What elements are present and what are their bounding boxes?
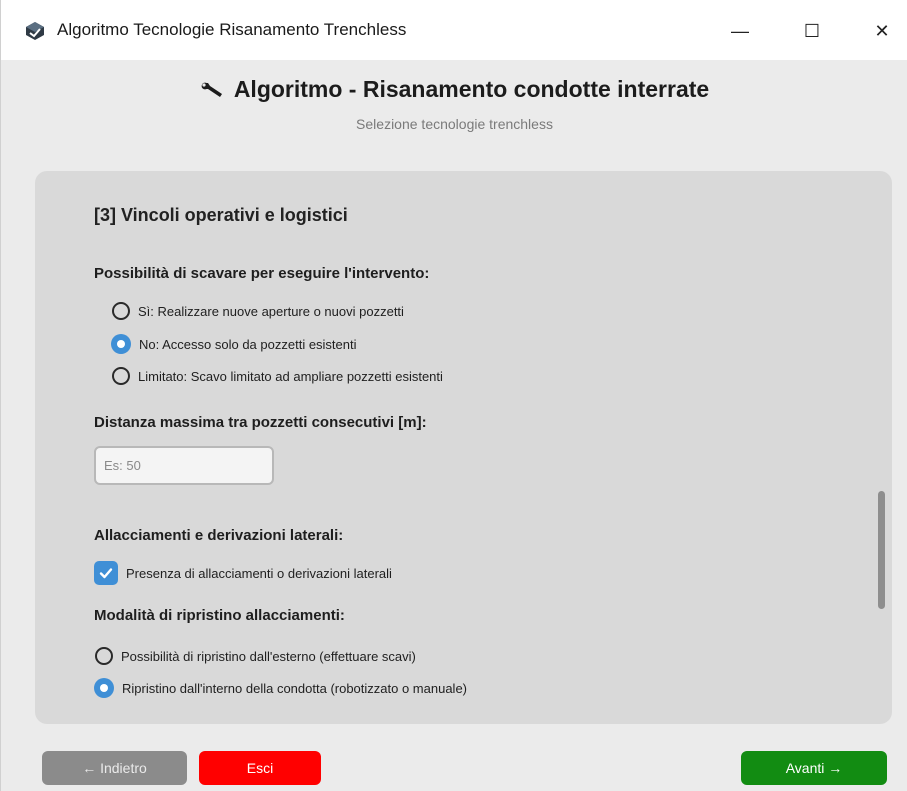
radio-restore-internal[interactable]: Ripristino dall'interno della condotta (…: [94, 678, 467, 698]
distance-label: Distanza massima tra pozzetti consecutiv…: [94, 414, 427, 431]
next-button[interactable]: Avanti →: [741, 751, 887, 785]
page-subtitle: Selezione tecnologie trenchless: [356, 116, 553, 132]
radio-excavation-limited[interactable]: Limitato: Scavo limitato ad ampliare poz…: [112, 367, 443, 385]
radio-excavation-no[interactable]: No: Accesso solo da pozzetti esistenti: [111, 334, 357, 354]
app-logo-icon: [26, 22, 44, 40]
radio-button-selected[interactable]: [94, 678, 114, 698]
radio-button[interactable]: [112, 302, 130, 320]
back-button[interactable]: ← Indietro: [42, 751, 187, 785]
radio-restore-external[interactable]: Possibilità di ripristino dall'esterno (…: [95, 647, 416, 665]
excavation-label: Possibilità di scavare per eseguire l'in…: [94, 265, 430, 282]
wrench-icon: [201, 82, 222, 97]
form-card: [3] Vincoli operativi e logistici Possib…: [35, 171, 892, 724]
radio-button[interactable]: [95, 647, 113, 665]
laterals-label: Allacciamenti e derivazioni laterali:: [94, 527, 344, 544]
radio-button[interactable]: [112, 367, 130, 385]
radio-label: Ripristino dall'interno della condotta (…: [122, 680, 468, 696]
app-window: Algoritmo Tecnologie Risanamento Trenchl…: [0, 0, 907, 791]
close-button[interactable]: ✕: [859, 14, 905, 48]
scrollbar-thumb[interactable]: [878, 491, 885, 609]
laterals-checkbox-row[interactable]: Presenza di allacciamenti o derivazioni …: [94, 561, 392, 585]
radio-label: Sì: Realizzare nuove aperture o nuovi po…: [138, 303, 404, 319]
window-title: Algoritmo Tecnologie Risanamento Trenchl…: [57, 20, 407, 39]
restore-label: Modalità di ripristino allacciamenti:: [94, 607, 345, 624]
radio-label: Limitato: Scavo limitato ad ampliare poz…: [138, 368, 443, 384]
section-title: [3] Vincoli operativi e logistici: [94, 205, 348, 225]
exit-button[interactable]: Esci: [199, 751, 321, 785]
radio-label: No: Accesso solo da pozzetti esistenti: [139, 336, 357, 352]
radio-button-selected[interactable]: [111, 334, 131, 354]
minimize-button[interactable]: —: [717, 14, 763, 48]
checkmark-icon: [99, 568, 113, 579]
distance-input[interactable]: [94, 446, 274, 485]
laterals-checkbox[interactable]: [94, 561, 118, 585]
page-title-text: Algoritmo - Risanamento condotte interra…: [233, 76, 710, 102]
radio-label: Possibilità di ripristino dall'esterno (…: [121, 648, 416, 664]
title-bar: Algoritmo Tecnologie Risanamento Trenchl…: [1, 0, 907, 60]
page-title: Algoritmo - Risanamento condotte interra…: [1, 76, 907, 103]
maximize-button[interactable]: ☐: [789, 14, 835, 48]
checkbox-label: Presenza di allacciamenti o derivazioni …: [126, 565, 392, 581]
radio-excavation-yes[interactable]: Sì: Realizzare nuove aperture o nuovi po…: [112, 302, 404, 320]
